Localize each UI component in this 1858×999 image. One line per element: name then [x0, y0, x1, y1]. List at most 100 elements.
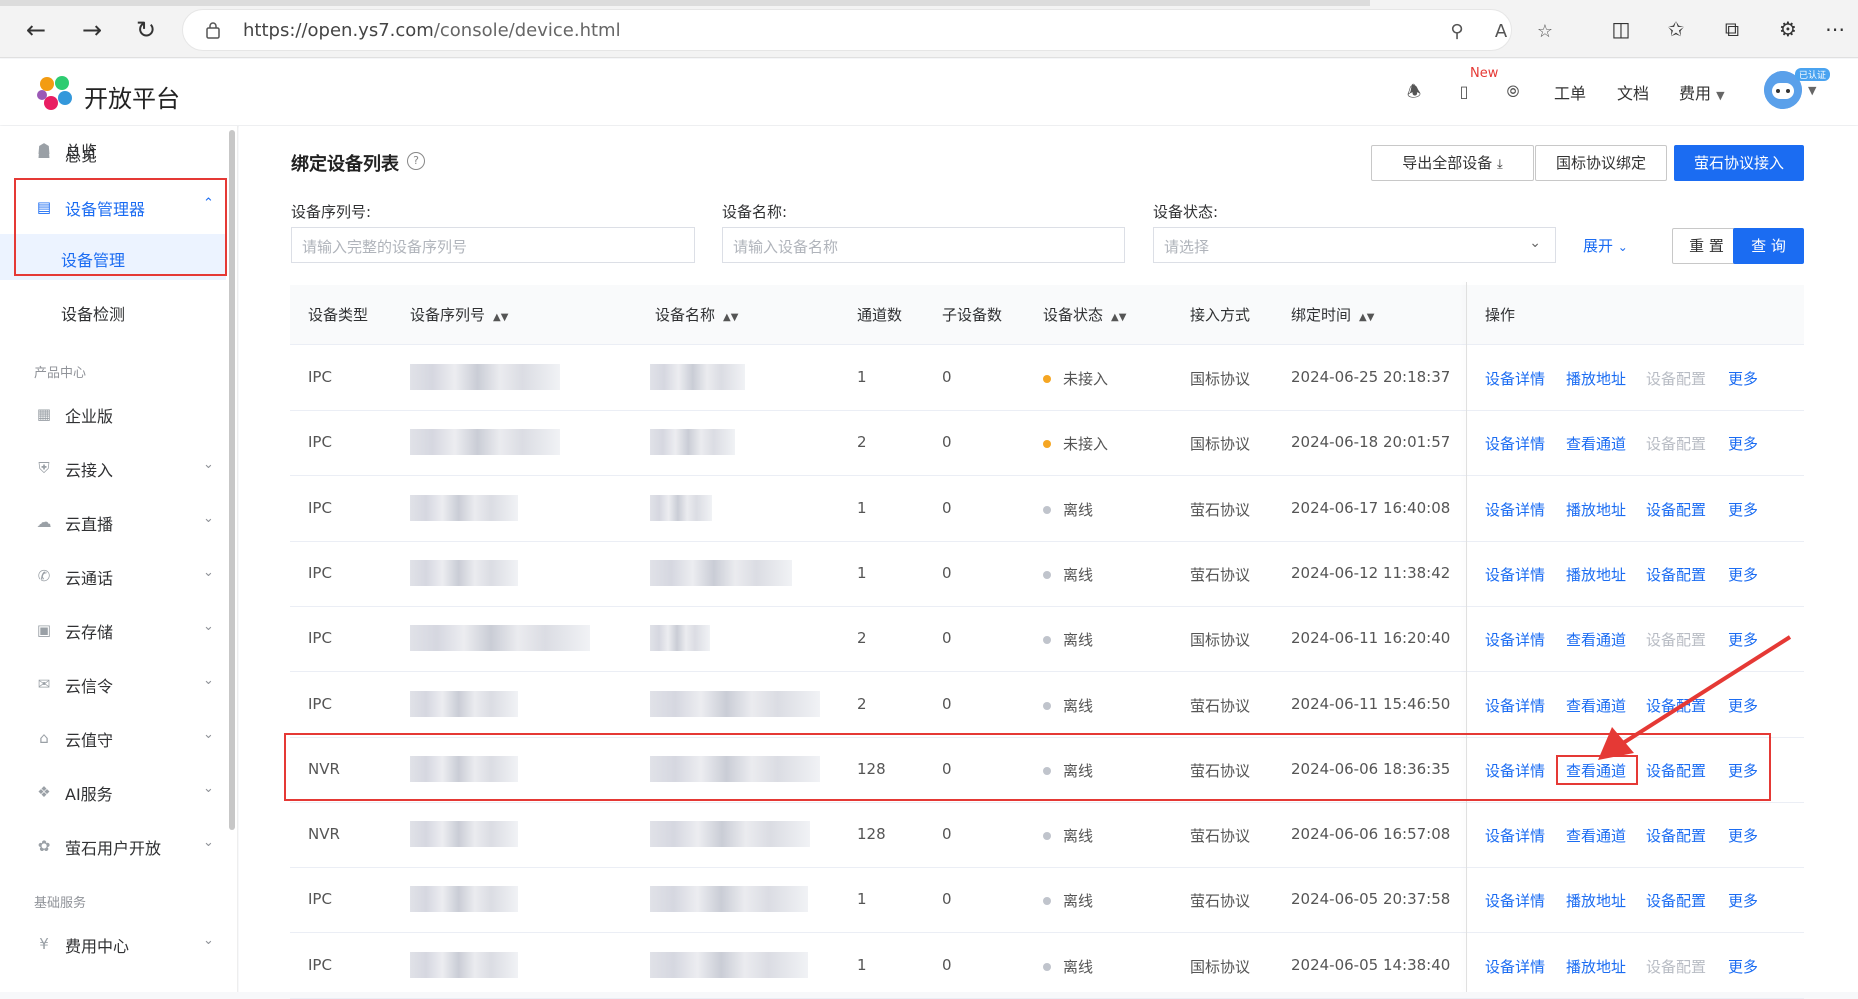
sidebar-item-ys-user-open[interactable]: ✿ 萤石用户开放 ⌄ — [0, 823, 228, 869]
collections-icon[interactable]: ⧉ — [1719, 16, 1745, 42]
more-link[interactable]: 更多 — [1728, 499, 1758, 520]
menu-dots-icon[interactable]: ⋯ — [1822, 16, 1848, 42]
table-row[interactable]: IPC 1 0 离线 萤石协议 2024-06-05 20:37:58 设备详情 播放地址 设备… — [290, 868, 1804, 934]
serial-input[interactable]: 请输入完整的设备序列号 — [291, 227, 695, 263]
device-config-link[interactable]: 设备配置 — [1646, 499, 1706, 520]
device-detail-link[interactable]: 设备详情 — [1485, 499, 1545, 520]
name-redacted — [650, 429, 735, 456]
row-action-link[interactable]: 播放地址 — [1566, 956, 1626, 977]
forward-icon[interactable]: → — [78, 16, 106, 44]
extension-icon[interactable]: ⚙ — [1775, 16, 1801, 42]
sidebar-item-billing[interactable]: ¥ 费用中心 ⌄ — [0, 921, 228, 967]
chevron-down-icon: ⌄ — [203, 835, 214, 850]
table-row[interactable]: NVR 128 0 离线 萤石协议 2024-06-06 16:57:08 设备详情 查看通道… — [290, 803, 1804, 869]
row-action-link[interactable]: 查看通道 — [1566, 825, 1626, 846]
table-row[interactable]: IPC 1 0 离线 国标协议 2024-06-05 14:38:40 设备详情 播放地址 设备… — [290, 934, 1804, 999]
address-bar[interactable]: https://open.ys7.com/console/device.html… — [182, 9, 1553, 51]
sidebar-scrollbar[interactable] — [229, 130, 235, 830]
device-detail-link[interactable]: 设备详情 — [1485, 564, 1545, 585]
row-action-link[interactable]: 查看通道 — [1566, 695, 1626, 716]
work-order-link[interactable]: 工单 — [1554, 80, 1586, 104]
th-time[interactable]: 绑定时间 ▲▼ — [1291, 304, 1374, 325]
sidebar-item-ai-service[interactable]: ❖ AI服务 ⌄ — [0, 769, 228, 815]
ys-access-button[interactable]: 萤石协议接入 — [1674, 145, 1804, 181]
th-status[interactable]: 设备状态 ▲▼ — [1043, 304, 1126, 325]
sidebar-item-enterprise[interactable]: ▦ 企业版 — [0, 391, 228, 437]
device-config-link[interactable]: 设备配置 — [1646, 890, 1706, 911]
device-config-link[interactable]: 设备配置 — [1646, 695, 1706, 716]
row-action-link[interactable]: 播放地址 — [1566, 368, 1626, 389]
row-action-link[interactable]: 播放地址 — [1566, 890, 1626, 911]
row-action-link[interactable]: 查看通道 — [1566, 629, 1626, 650]
more-link[interactable]: 更多 — [1728, 956, 1758, 977]
favorites-icon[interactable]: ✩ — [1663, 16, 1689, 42]
table-row[interactable]: IPC 1 0 离线 萤石协议 2024-06-12 11:38:42 设备详情 播放地址 设备… — [290, 542, 1804, 607]
table-row[interactable]: IPC 1 0 未接入 国标协议 2024-06-25 20:18:37 设备详情 播放地址 设… — [290, 346, 1804, 411]
more-link[interactable]: 更多 — [1728, 695, 1758, 716]
sidebar-item-cloud-storage[interactable]: ▣ 云存储 ⌄ — [0, 607, 228, 653]
device-detail-link[interactable]: 设备详情 — [1485, 368, 1545, 389]
back-icon[interactable]: ← — [22, 16, 50, 44]
device-detail-link[interactable]: 设备详情 — [1485, 629, 1545, 650]
bell-icon[interactable]: 🕭 — [1403, 81, 1425, 103]
table-row[interactable]: IPC 2 0 离线 国标协议 2024-06-11 16:20:40 设备详情 查看通道 设备… — [290, 607, 1804, 673]
row-action-link[interactable]: 播放地址 — [1566, 499, 1626, 520]
home-icon: ☗ — [37, 144, 51, 162]
reset-button[interactable]: 重 置 — [1672, 228, 1741, 264]
query-button[interactable]: 查 询 — [1733, 228, 1804, 264]
chevron-down-icon: ⌄ — [203, 511, 214, 526]
sidebar-item-label: 云信令 — [65, 677, 114, 696]
billing-link[interactable]: 费用 ▼ — [1679, 80, 1725, 104]
name-input[interactable]: 请输入设备名称 — [722, 227, 1125, 263]
zoom-icon[interactable]: ⚲ — [1445, 20, 1469, 44]
th-channels: 通道数 — [857, 306, 903, 324]
favorite-star-icon[interactable]: ☆ — [1533, 20, 1557, 44]
highlight-box-sidebar — [14, 178, 227, 276]
sidebar-item-label: 云存储 — [65, 623, 114, 642]
row-action-link[interactable]: 查看通道 — [1566, 433, 1626, 454]
export-all-button[interactable]: 导出全部设备 ⤓ — [1371, 145, 1534, 181]
more-link[interactable]: 更多 — [1728, 368, 1758, 389]
more-link[interactable]: 更多 — [1728, 629, 1758, 650]
cell-access: 国标协议 — [1190, 957, 1251, 976]
device-detail-link[interactable]: 设备详情 — [1485, 695, 1545, 716]
read-aloud-icon[interactable]: A — [1489, 20, 1513, 44]
more-link[interactable]: 更多 — [1728, 564, 1758, 585]
device-detail-link[interactable]: 设备详情 — [1485, 825, 1545, 846]
expand-link[interactable]: 展开 ⌄ — [1583, 235, 1628, 256]
status-select[interactable]: 请选择 ⌄ — [1153, 227, 1556, 263]
refresh-icon[interactable]: ↻ — [132, 16, 160, 44]
help-icon[interactable]: ? — [407, 152, 425, 170]
row-action-link[interactable]: 播放地址 — [1566, 564, 1626, 585]
table-row[interactable]: IPC 2 0 未接入 国标协议 2024-06-18 20:01:57 设备详情 查看通道 设… — [290, 411, 1804, 477]
device-config-link[interactable]: 设备配置 — [1646, 564, 1706, 585]
split-screen-icon[interactable]: ◫ — [1608, 16, 1634, 42]
gb-bind-button[interactable]: 国标协议绑定 — [1535, 145, 1667, 181]
compass-icon[interactable]: ⦾ — [1502, 81, 1524, 103]
cell-time: 2024-06-05 20:37:58 — [1291, 890, 1451, 909]
table-row[interactable]: IPC 1 0 离线 萤石协议 2024-06-17 16:40:08 设备详情 播放地址 设备… — [290, 477, 1804, 542]
sidebar-subitem-device-detection[interactable]: 设备检测 — [0, 288, 226, 334]
device-detail-link[interactable]: 设备详情 — [1485, 433, 1545, 454]
sidebar-item-cloud-access[interactable]: ⛨ 云接入 ⌄ — [0, 445, 228, 491]
table-row[interactable]: IPC 2 0 离线 萤石协议 2024-06-11 15:46:50 设备详情 查看通道 设备… — [290, 673, 1804, 738]
th-name[interactable]: 设备名称 ▲▼ — [655, 304, 738, 325]
more-link[interactable]: 更多 — [1728, 433, 1758, 454]
mobile-icon[interactable]: ▯ — [1453, 81, 1475, 103]
sidebar-item-cloud-signal[interactable]: ✉ 云信令 ⌄ — [0, 661, 228, 707]
sidebar-item-cloud-live[interactable]: ☁ 云直播 ⌄ — [0, 499, 228, 545]
device-detail-link[interactable]: 设备详情 — [1485, 956, 1545, 977]
sidebar-item-cloud-call[interactable]: ✆ 云通话 ⌄ — [0, 553, 228, 599]
device-config-link[interactable]: 设备配置 — [1646, 825, 1706, 846]
more-link[interactable]: 更多 — [1728, 890, 1758, 911]
fixed-column-divider — [1466, 282, 1467, 992]
docs-link[interactable]: 文档 — [1617, 80, 1649, 104]
device-detail-link[interactable]: 设备详情 — [1485, 890, 1545, 911]
th-serial[interactable]: 设备序列号 ▲▼ — [410, 304, 508, 325]
more-link[interactable]: 更多 — [1728, 825, 1758, 846]
sidebar-item-label: 云值守 — [65, 731, 114, 750]
sidebar-item-overview[interactable]: ☗ 总览 — [0, 130, 228, 176]
avatar-dropdown-icon[interactable]: ▼ — [1808, 84, 1816, 97]
sidebar-item-cloud-guard[interactable]: ⌂ 云值守 ⌄ — [0, 715, 228, 761]
cloud-icon: ☁ — [36, 513, 52, 531]
